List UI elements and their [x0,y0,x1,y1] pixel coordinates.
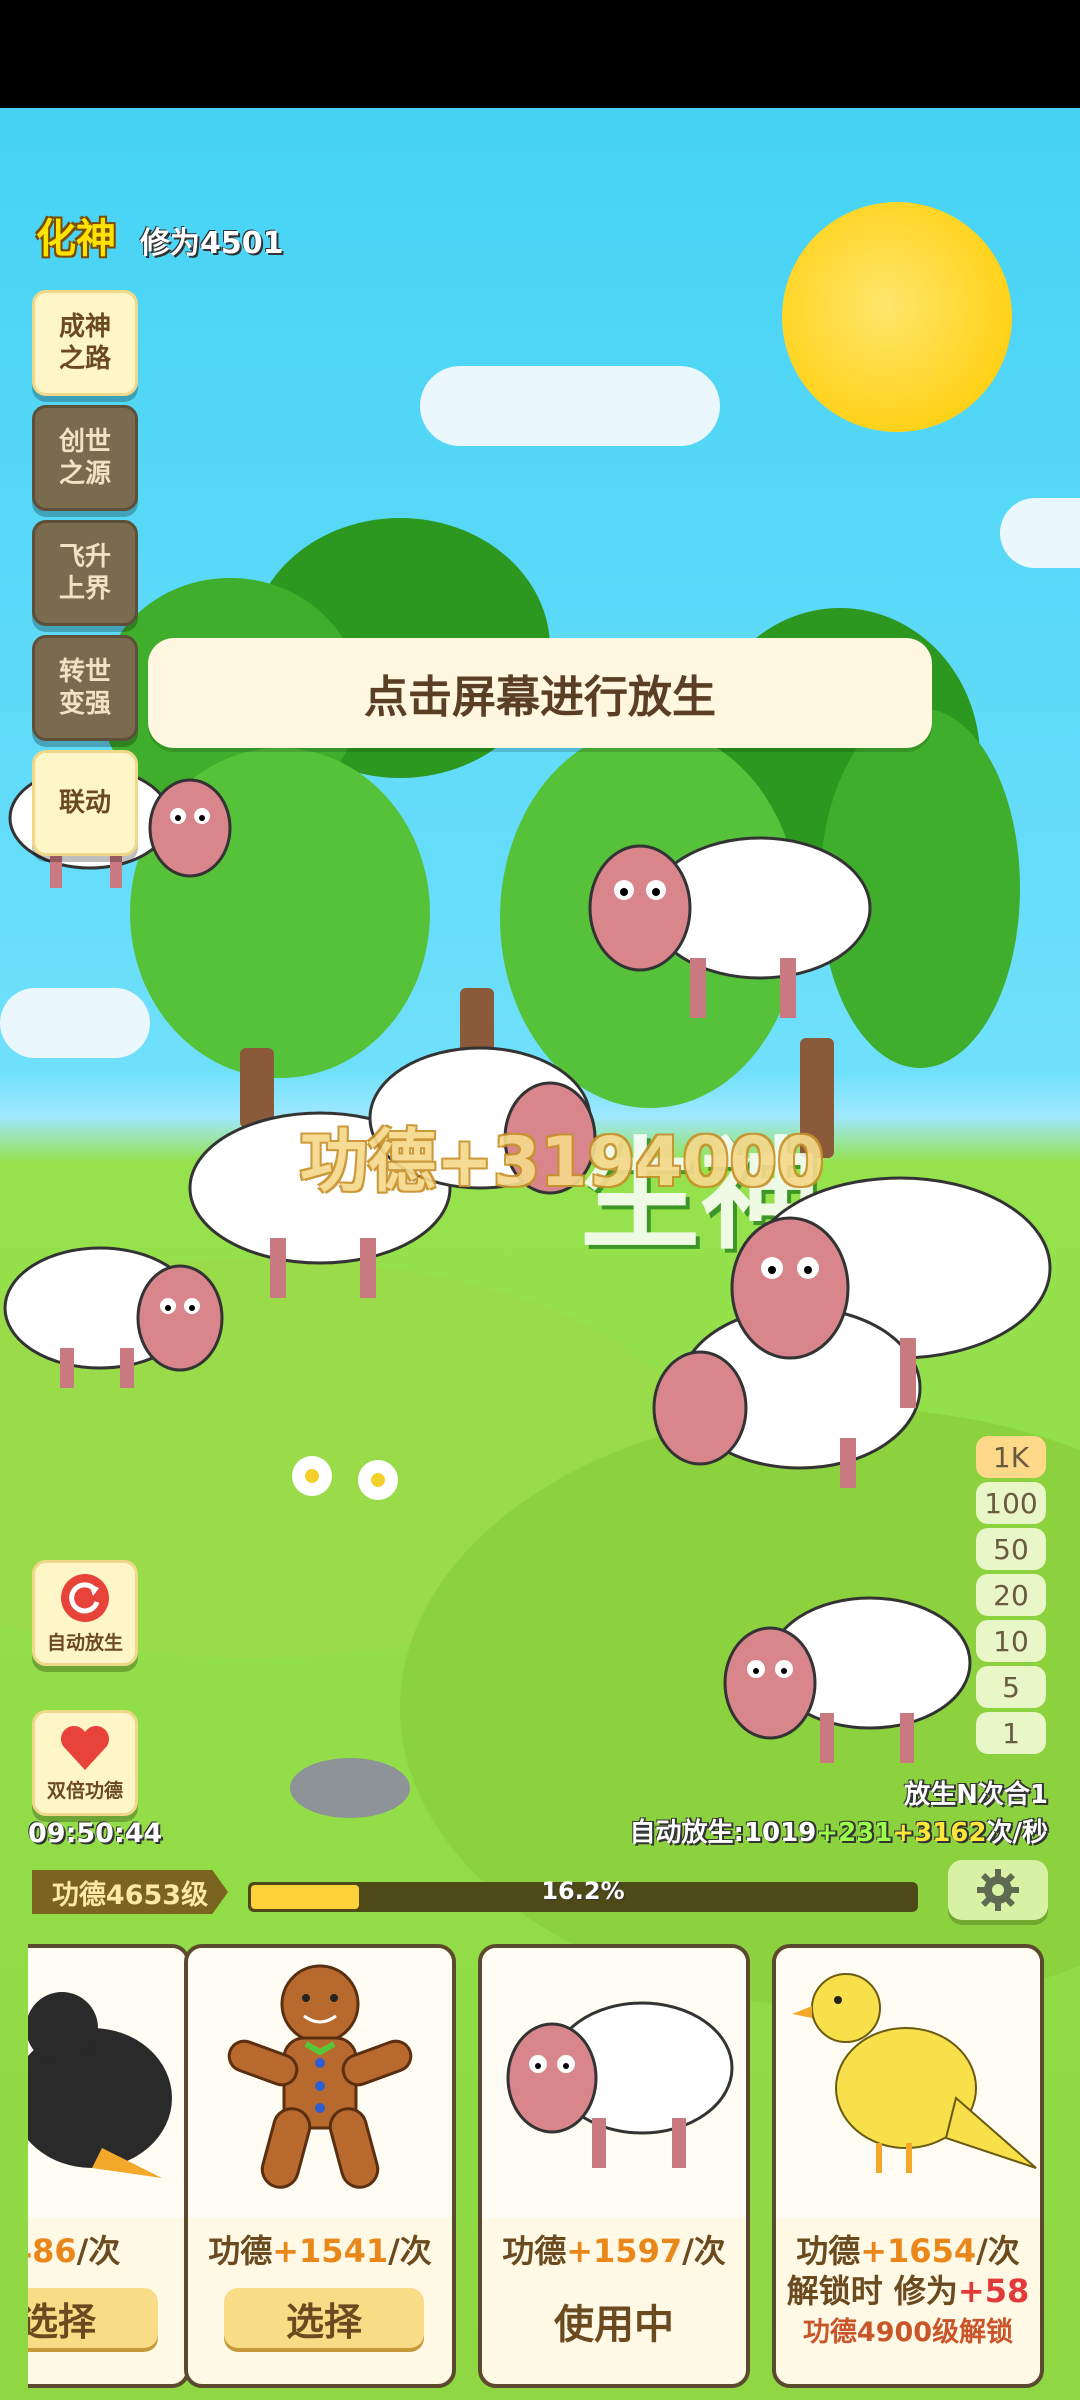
auto-rate-bonus-2: +3162 [892,1818,987,1848]
crow-image [28,1948,186,2218]
sheep[interactable] [0,1228,240,1398]
sheep-image [482,1948,746,2218]
merit-progress-text: 16.2% [541,1877,625,1905]
status-bar [0,0,1080,108]
cloud [420,366,720,446]
select-button[interactable]: 选择 [28,2288,158,2348]
unlock-reward: 解锁时 修为+58 [776,2266,1040,2312]
multiplier-50[interactable]: 50 [976,1528,1046,1570]
settings-button[interactable] [948,1860,1048,1920]
sheep[interactable] [560,798,880,1028]
creature-card-crow[interactable]: 1486/次 选择 [28,1944,190,2388]
double-merit-button[interactable]: 双倍功德 [32,1710,138,1816]
auto-release-rate: 自动放生:1019+231+3162次/秒 [630,1812,1049,1849]
card-merit-prefix: 功德 [796,2232,861,2270]
double-merit-label: 双倍功德 [46,1779,123,1802]
cloud [0,988,150,1058]
menu-path-to-godhood-button[interactable]: 成神 之路 [32,290,138,396]
multiplier-1k[interactable]: 1K [976,1436,1046,1478]
creature-card-list[interactable]: 1486/次 选择 [28,1936,1080,2400]
double-merit-timer: 09:50:44 [28,1818,163,1849]
flower [292,1456,332,1496]
unlock-reward-prefix: 解锁时 修为 [786,2272,958,2310]
tap-instruction-banner: 点击屏幕进行放生 [148,638,932,748]
auto-release-label: 自动放生 [46,1631,123,1654]
in-use-label: 使用中 [554,2302,674,2348]
merit-popup-text: 功德+3194000 [300,1123,825,1202]
card-merit-prefix: 功德 [502,2232,567,2270]
select-button[interactable]: 选择 [224,2288,424,2348]
card-merit-suffix: /次 [388,2232,432,2270]
card-merit-suffix: /次 [976,2232,1020,2270]
auto-release-button[interactable]: 自动放生 [32,1560,138,1666]
canary-image [776,1948,1040,2218]
creature-card-sheep[interactable]: 功德+1597/次 使用中 [478,1944,750,2388]
combo-info: 放生N次合1 [904,1780,1048,1810]
card-merit: 功德+1597/次 [482,2226,746,2272]
card-merit-prefix: 功德 [208,2232,273,2270]
game-scene[interactable]: 生神 功德+3194000 化神 修为4501 成神 之路 创世 之源 飞升 上… [0,108,1080,2400]
multiplier-1[interactable]: 1 [976,1712,1046,1754]
auto-rate-suffix: 次/秒 [986,1818,1049,1848]
cultivation-value: 修为4501 [140,226,284,261]
rock [290,1758,410,1818]
menu-collab-button[interactable]: 联动 [32,750,138,856]
auto-rate-prefix: 自动放生: [629,1818,744,1848]
card-merit-value: +1597 [566,2232,683,2270]
card-merit: 1486/次 [28,2226,186,2272]
unlock-requirement: 功德4900级解锁 [802,2317,1014,2348]
unlock-reward-value: +58 [957,2272,1030,2310]
auto-rate-base: 1019 [743,1818,817,1848]
card-merit-suffix: /次 [76,2232,121,2270]
refresh-icon [61,1573,109,1622]
card-merit-value: +1541 [272,2232,389,2270]
multiplier-5[interactable]: 5 [976,1666,1046,1708]
creature-card-gingerbread[interactable]: 功德+1541/次 选择 [184,1944,456,2388]
gear-icon [977,1869,1019,1911]
card-merit-value: 1486 [28,2232,77,2270]
cloud [1000,498,1080,568]
merit-level-badge: 功德4653级 [32,1870,228,1914]
sheep[interactable] [710,1583,980,1773]
card-merit-suffix: /次 [682,2232,726,2270]
realm-label: 化神 [36,216,116,262]
card-merit-value: +1654 [860,2232,977,2270]
heart-icon [60,1725,110,1770]
multiplier-100[interactable]: 100 [976,1482,1046,1524]
flower [358,1460,398,1500]
menu-ascend-button[interactable]: 飞升 上界 [32,520,138,626]
multiplier-20[interactable]: 20 [976,1574,1046,1616]
menu-source-of-creation-button[interactable]: 创世 之源 [32,405,138,511]
gingerbread-image [188,1948,452,2218]
multiplier-10[interactable]: 10 [976,1620,1046,1662]
sun [782,202,1012,432]
menu-reincarnate-button[interactable]: 转世 变强 [32,635,138,741]
auto-rate-bonus-1: +231 [816,1818,893,1848]
creature-card-canary[interactable]: 功德+1654/次 解锁时 修为+58 功德4900级解锁 [772,1944,1044,2388]
card-merit: 功德+1541/次 [188,2226,452,2272]
merit-progress-bar: 16.2% [248,1877,918,1912]
